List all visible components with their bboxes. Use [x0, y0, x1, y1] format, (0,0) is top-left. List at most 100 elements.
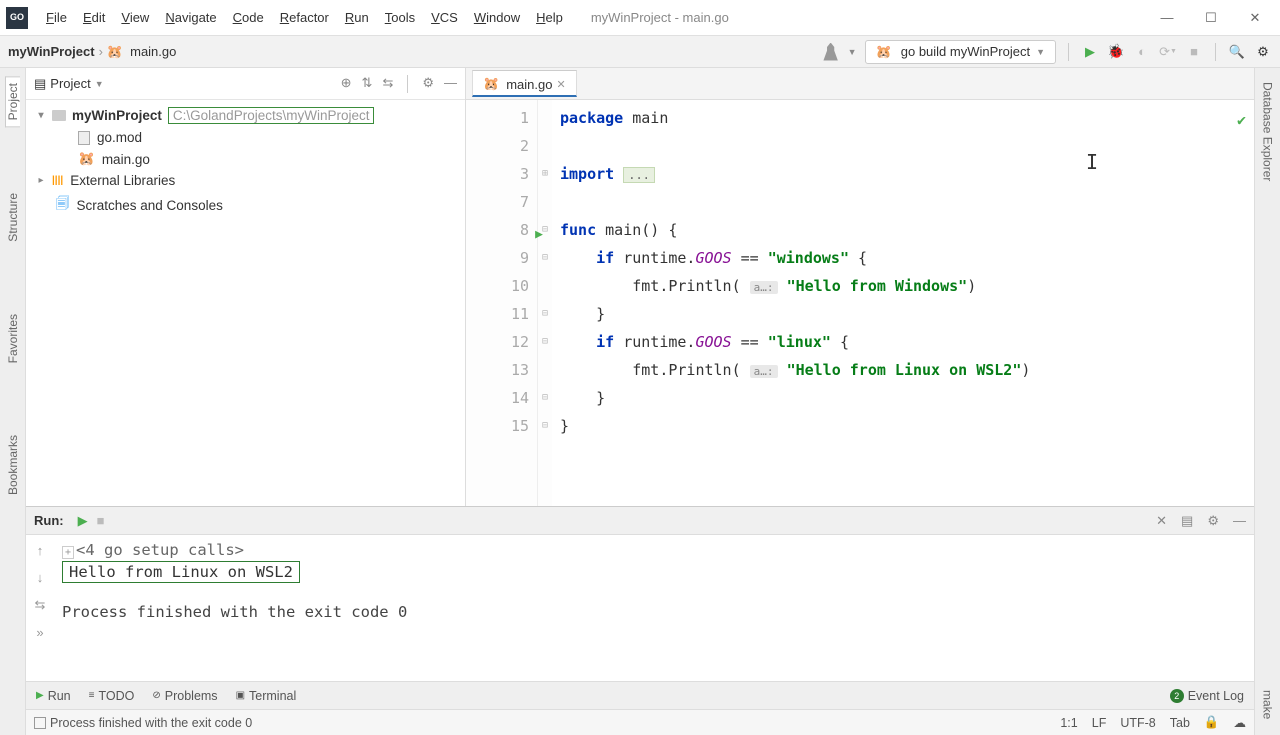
menubar: GO FileEditViewNavigateCodeRefactorRunTo…	[0, 0, 1280, 36]
project-view-selector[interactable]: ▤ Project ▼	[34, 76, 104, 92]
search-icon[interactable]: 🔍	[1228, 43, 1246, 61]
down-icon[interactable]: ↓	[37, 570, 44, 585]
stop-run-button[interactable]: ■	[92, 512, 110, 530]
expand-icon[interactable]: ⇅	[362, 75, 373, 93]
run-settings-icon[interactable]: ⚙	[1207, 513, 1219, 529]
menu-run[interactable]: Run	[337, 10, 377, 25]
tree-file-main-go[interactable]: 🐹main.go	[26, 148, 465, 170]
more-icon[interactable]: »	[36, 625, 43, 640]
tab-todo[interactable]: ≡TODO	[89, 689, 135, 703]
rail-tab-favorites[interactable]: Favorites	[6, 308, 20, 369]
run-side-toolbar: ↑ ↓ ⇆ »	[26, 535, 54, 681]
scratches-icon: 🗐	[56, 194, 70, 217]
line-ending[interactable]: LF	[1092, 716, 1107, 730]
run-tool-window: Run: ▶ ■ ✕ ▤ ⚙ — ↑ ↓ ⇆ » +<4 go set	[26, 506, 1254, 681]
indent-mode[interactable]: Tab	[1170, 716, 1190, 730]
layout-icon[interactable]: ▤	[1181, 513, 1193, 529]
window-title: myWinProject - main.go	[591, 10, 1160, 25]
tab-run[interactable]: ▶Run	[36, 689, 71, 703]
pane-settings-icon[interactable]: ⚙	[422, 75, 434, 93]
rail-tab-make[interactable]: make	[1261, 684, 1275, 725]
console-output[interactable]: +<4 go setup calls> Hello from Linux on …	[54, 535, 1254, 681]
right-tool-rail: Database Explorer make	[1254, 68, 1280, 735]
inspection-pass-icon[interactable]: ✔	[1237, 106, 1246, 134]
highlighted-output: Hello from Linux on WSL2	[62, 561, 300, 583]
param-hint: a…:	[750, 365, 778, 378]
exit-message: Process finished with the exit code 0	[62, 603, 1246, 621]
menu-file[interactable]: File	[38, 10, 75, 25]
status-message: Process finished with the exit code 0	[50, 716, 252, 730]
hide-run-icon[interactable]: —	[1233, 513, 1246, 529]
up-icon[interactable]: ↑	[37, 543, 44, 558]
file-icon	[78, 131, 90, 145]
left-tool-rail: Project Structure Favorites Bookmarks	[0, 68, 26, 735]
project-root-path: C:\GolandProjects\myWinProject	[168, 107, 375, 124]
navigation-bar: myWinProject › 🐹main.go ▼ 🐹 go build myW…	[0, 36, 1280, 68]
collapse-icon[interactable]: ⇆	[382, 75, 393, 93]
tab-terminal[interactable]: ▣Terminal	[236, 689, 297, 703]
fold-column[interactable]: ⊞⊟⊟⊟⊟⊟⊟	[538, 100, 552, 506]
settings-icon[interactable]: ⚙	[1254, 43, 1272, 61]
menu-tools[interactable]: Tools	[377, 10, 423, 25]
source[interactable]: package main import ... func main() { if…	[552, 100, 1254, 506]
encoding[interactable]: UTF-8	[1120, 716, 1155, 730]
run-config-label: go build myWinProject	[901, 44, 1030, 59]
project-pane: ▤ Project ▼ ⊕ ⇅ ⇆ ⚙ — ▾ myWinProject C:\	[26, 68, 466, 506]
rail-tab-structure[interactable]: Structure	[6, 187, 20, 248]
close-button[interactable]: ✕	[1248, 11, 1262, 25]
user-icon[interactable]	[822, 43, 840, 61]
breadcrumb[interactable]: myWinProject › 🐹main.go	[8, 44, 176, 60]
gopher-icon: 🐹	[107, 44, 123, 60]
text-cursor: 𝙸	[1086, 148, 1098, 176]
caret-position[interactable]: 1:1	[1060, 716, 1077, 730]
menu-window[interactable]: Window	[466, 10, 528, 25]
maximize-button[interactable]: ☐	[1204, 11, 1218, 25]
minimize-button[interactable]: —	[1160, 11, 1174, 25]
locate-icon[interactable]: ⊕	[341, 75, 352, 93]
tab-event-log[interactable]: 2Event Log	[1170, 689, 1244, 703]
editor-tab-main-go[interactable]: 🐹 main.go ✕	[472, 70, 577, 97]
menu-help[interactable]: Help	[528, 10, 571, 25]
folder-icon	[52, 110, 66, 121]
run-button[interactable]: ▶	[1081, 43, 1099, 61]
menu-refactor[interactable]: Refactor	[272, 10, 337, 25]
tree-file-go-mod[interactable]: go.mod	[26, 127, 465, 148]
tab-close-icon[interactable]: ✕	[556, 78, 565, 91]
gopher-icon: 🐹	[876, 44, 892, 60]
gopher-icon: 🐹	[78, 151, 95, 167]
status-bar: Process finished with the exit code 0 1:…	[26, 709, 1254, 735]
lock-icon[interactable]: 🔒	[1204, 715, 1220, 730]
tab-problems[interactable]: ⊘Problems	[152, 689, 217, 703]
menu-navigate[interactable]: Navigate	[157, 10, 224, 25]
rerun-button[interactable]: ▶	[74, 512, 92, 530]
tree-root[interactable]: ▾ myWinProject C:\GolandProjects\myWinPr…	[26, 104, 465, 127]
menu-vcs[interactable]: VCS	[423, 10, 466, 25]
event-log-badge: 2	[1170, 689, 1184, 703]
hide-pane-icon[interactable]: —	[444, 75, 457, 93]
breadcrumb-project[interactable]: myWinProject	[8, 44, 95, 59]
wrap-icon[interactable]: ⇆	[35, 597, 46, 613]
gutter[interactable]: 12378▶9101112131415	[466, 100, 538, 506]
memory-icon[interactable]: ☁	[1234, 715, 1247, 730]
tool-windows-toggle[interactable]	[34, 717, 46, 729]
breadcrumb-file[interactable]: main.go	[130, 44, 176, 59]
run-config-combo[interactable]: 🐹 go build myWinProject ▼	[865, 40, 1056, 64]
tree-external-libs[interactable]: ▸||||External Libraries	[26, 170, 465, 191]
rail-tab-database[interactable]: Database Explorer	[1261, 76, 1275, 187]
fold-toggle-icon[interactable]: +	[62, 546, 74, 559]
close-run-icon[interactable]: ✕	[1156, 513, 1167, 529]
rail-tab-project[interactable]: Project	[5, 76, 20, 127]
app-logo: GO	[6, 7, 28, 29]
stop-button[interactable]: ■	[1185, 43, 1203, 61]
menu-code[interactable]: Code	[225, 10, 272, 25]
menu-edit[interactable]: Edit	[75, 10, 113, 25]
rail-tab-bookmarks[interactable]: Bookmarks	[6, 429, 20, 501]
menu-view[interactable]: View	[113, 10, 157, 25]
run-panel-title: Run:	[34, 513, 64, 528]
tree-scratches[interactable]: 🗐Scratches and Consoles	[26, 191, 465, 220]
param-hint: a…:	[750, 281, 778, 294]
coverage-button[interactable]: ◐	[1133, 43, 1151, 61]
gutter-run-icon[interactable]: ▶	[535, 221, 543, 249]
debug-button[interactable]: 🐞	[1107, 43, 1125, 61]
profile-button[interactable]: ⟳▼	[1159, 43, 1177, 61]
